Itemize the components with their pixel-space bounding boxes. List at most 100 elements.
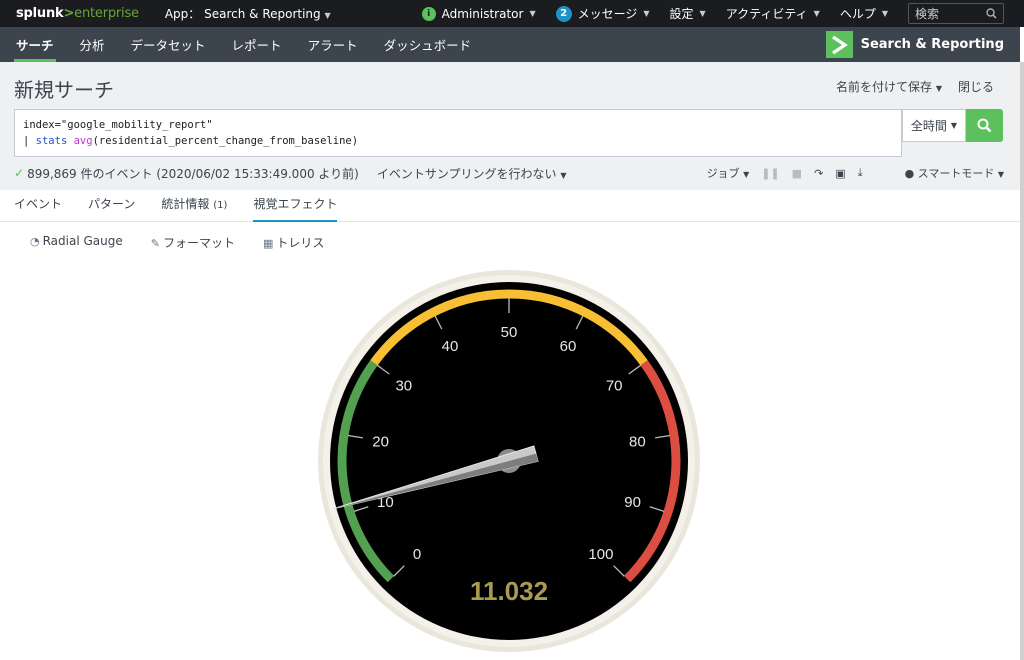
app-selector[interactable]: App： Search & Reporting ▼: [165, 5, 331, 22]
app-nav-datasets[interactable]: データセット: [118, 27, 219, 62]
search-submit-button[interactable]: [966, 109, 1003, 142]
chevron-down-icon: ▼: [324, 11, 331, 20]
messages-menu[interactable]: 2 メッセージ ▼: [555, 5, 650, 22]
app-nav-reports[interactable]: レポート: [219, 27, 295, 62]
gauge-tick-label: 30: [395, 378, 412, 395]
app-nav-analytics[interactable]: 分析: [67, 27, 118, 62]
settings-label: 設定: [669, 7, 694, 21]
gauge-tick-label: 90: [624, 494, 641, 511]
save-as-label: 名前を付けて保存: [836, 80, 933, 94]
splunk-logo[interactable]: splunk>enterprise: [16, 6, 139, 21]
search-placeholder: 検索: [915, 7, 940, 21]
page-title: 新規サーチ: [14, 78, 114, 102]
viz-type-button[interactable]: ◔ Radial Gauge: [30, 234, 123, 251]
tab-patterns[interactable]: パターン: [88, 195, 135, 221]
radial-gauge-svg: 0102030405060708090100 11.032: [318, 270, 700, 652]
lightbulb-icon: ●: [904, 167, 915, 180]
tab-statistics[interactable]: 統計情報 (1): [161, 195, 227, 221]
job-label: ジョブ: [706, 167, 740, 180]
gauge-tick-label: 0: [413, 546, 421, 563]
time-range-label: 全時間: [910, 119, 947, 133]
search-icon: [986, 8, 997, 19]
chevron-down-icon: ▼: [813, 9, 820, 18]
query-command: stats: [35, 135, 68, 147]
app-title-text: Search & Reporting: [860, 37, 1004, 52]
gauge-tick-label: 80: [629, 434, 646, 451]
chevron-down-icon: ▼: [560, 170, 567, 180]
query-args: (residential_percent_change_from_baselin…: [92, 135, 359, 147]
activity-label: アクティビティ: [725, 7, 808, 21]
print-icon[interactable]: ▣: [835, 167, 845, 180]
viz-type-label: Radial Gauge: [42, 234, 123, 248]
info-icon: i: [421, 6, 436, 21]
job-menu[interactable]: ジョブ ▼: [707, 165, 750, 181]
user-menu[interactable]: i Administrator ▼: [421, 6, 536, 21]
trellis-label: トレリス: [276, 236, 325, 250]
app-nav-dashboards[interactable]: ダッシュボード: [371, 27, 485, 62]
query-pipe: |: [23, 135, 36, 147]
results-tabs: イベント パターン 統計情報 (1) 視覚エフェクト: [0, 190, 1020, 222]
help-label: ヘルプ: [839, 7, 876, 21]
app-nav-search[interactable]: サーチ: [3, 27, 67, 62]
gauge-tick-label: 60: [560, 338, 577, 355]
search-header: 新規サーチ 名前を付けて保存 ▼ 閉じる index="google_mobil…: [0, 62, 1020, 190]
export-icon[interactable]: ⤓: [858, 166, 863, 180]
query-line-1: index="google_mobility_report": [23, 119, 213, 131]
format-label: フォーマット: [162, 236, 235, 250]
gauge-tick-label: 70: [606, 378, 623, 395]
pencil-icon: ✎: [150, 237, 160, 250]
time-range-picker[interactable]: 全時間 ▼: [902, 109, 966, 142]
check-icon: ✓: [14, 166, 25, 180]
chevron-down-icon: ▼: [997, 170, 1004, 179]
search-mode-menu[interactable]: ● スマートモード ▼: [905, 165, 1004, 181]
tab-visualization[interactable]: 視覚エフェクト: [253, 195, 338, 222]
chevron-down-icon: ▼: [529, 9, 536, 18]
job-status-row: ✓ 899,869 件のイベント (2020/06/02 15:33:49.00…: [14, 164, 1004, 182]
chevron-down-icon: ▼: [950, 121, 958, 130]
search-mode-label: スマートモード: [917, 167, 995, 180]
tab-statistics-count: (1): [213, 200, 228, 211]
top-bar: splunk>enterprise App： Search & Reportin…: [0, 0, 1024, 27]
chevron-down-icon: ▼: [699, 9, 706, 18]
gauge-value: 11.032: [470, 576, 548, 606]
tab-statistics-label: 統計情報: [161, 197, 210, 211]
viz-toolbar: ◔ Radial Gauge ✎ フォーマット ▦ トレリス: [30, 234, 324, 251]
logo-suffix: enterprise: [74, 6, 139, 21]
gauge-tick-label: 50: [501, 324, 518, 341]
messages-count-badge: 2: [555, 5, 572, 22]
search-query-input[interactable]: index="google_mobility_report" | stats a…: [14, 109, 902, 157]
sampling-dropdown[interactable]: イベントサンプリングを行わない ▼: [377, 165, 567, 182]
search-icon: [977, 118, 992, 133]
trellis-button[interactable]: ▦ トレリス: [263, 234, 324, 251]
app-selector-label: App： Search & Reporting: [164, 7, 321, 21]
gauge-tick-label: 40: [442, 338, 459, 355]
user-name: Administrator: [441, 6, 524, 21]
sampling-label: イベントサンプリングを行わない: [376, 166, 557, 181]
help-menu[interactable]: ヘルプ ▼: [840, 5, 888, 22]
settings-menu[interactable]: 設定 ▼: [670, 5, 706, 22]
gauge-tick-label: 20: [372, 434, 389, 451]
grid-icon: ▦: [262, 237, 274, 250]
activity-menu[interactable]: アクティビティ ▼: [726, 5, 820, 22]
close-button[interactable]: 閉じる: [958, 78, 994, 95]
page-scrollbar[interactable]: [1020, 62, 1024, 660]
pause-icon[interactable]: ❚❚: [761, 167, 779, 180]
gauge-tick-label: 100: [588, 546, 613, 563]
app-title: Search & Reporting: [825, 31, 1004, 58]
global-search-input[interactable]: 検索: [908, 3, 1004, 24]
app-logo-icon: [825, 31, 853, 58]
app-nav-alerts[interactable]: アラート: [295, 27, 371, 62]
logo-chevron: >: [63, 6, 75, 21]
tab-events[interactable]: イベント: [14, 195, 62, 221]
stop-icon[interactable]: ■: [792, 167, 802, 180]
radial-gauge: 0 10 20 30 40 50 60 70 80 90 100 11.032: [318, 270, 700, 652]
chevron-down-icon: ▼: [743, 170, 750, 179]
format-button[interactable]: ✎ フォーマット: [151, 234, 235, 251]
chevron-down-icon: ▼: [643, 9, 650, 18]
event-count: 899,869 件のイベント (2020/06/02 15:33:49.000 …: [27, 166, 359, 181]
query-line-2: | stats avg(residential_percent_change_f…: [23, 133, 893, 149]
save-as-button[interactable]: 名前を付けて保存 ▼: [836, 78, 942, 95]
chevron-down-icon: ▼: [881, 9, 888, 18]
chevron-down-icon: ▼: [935, 84, 942, 93]
share-icon[interactable]: ↷: [814, 167, 823, 180]
